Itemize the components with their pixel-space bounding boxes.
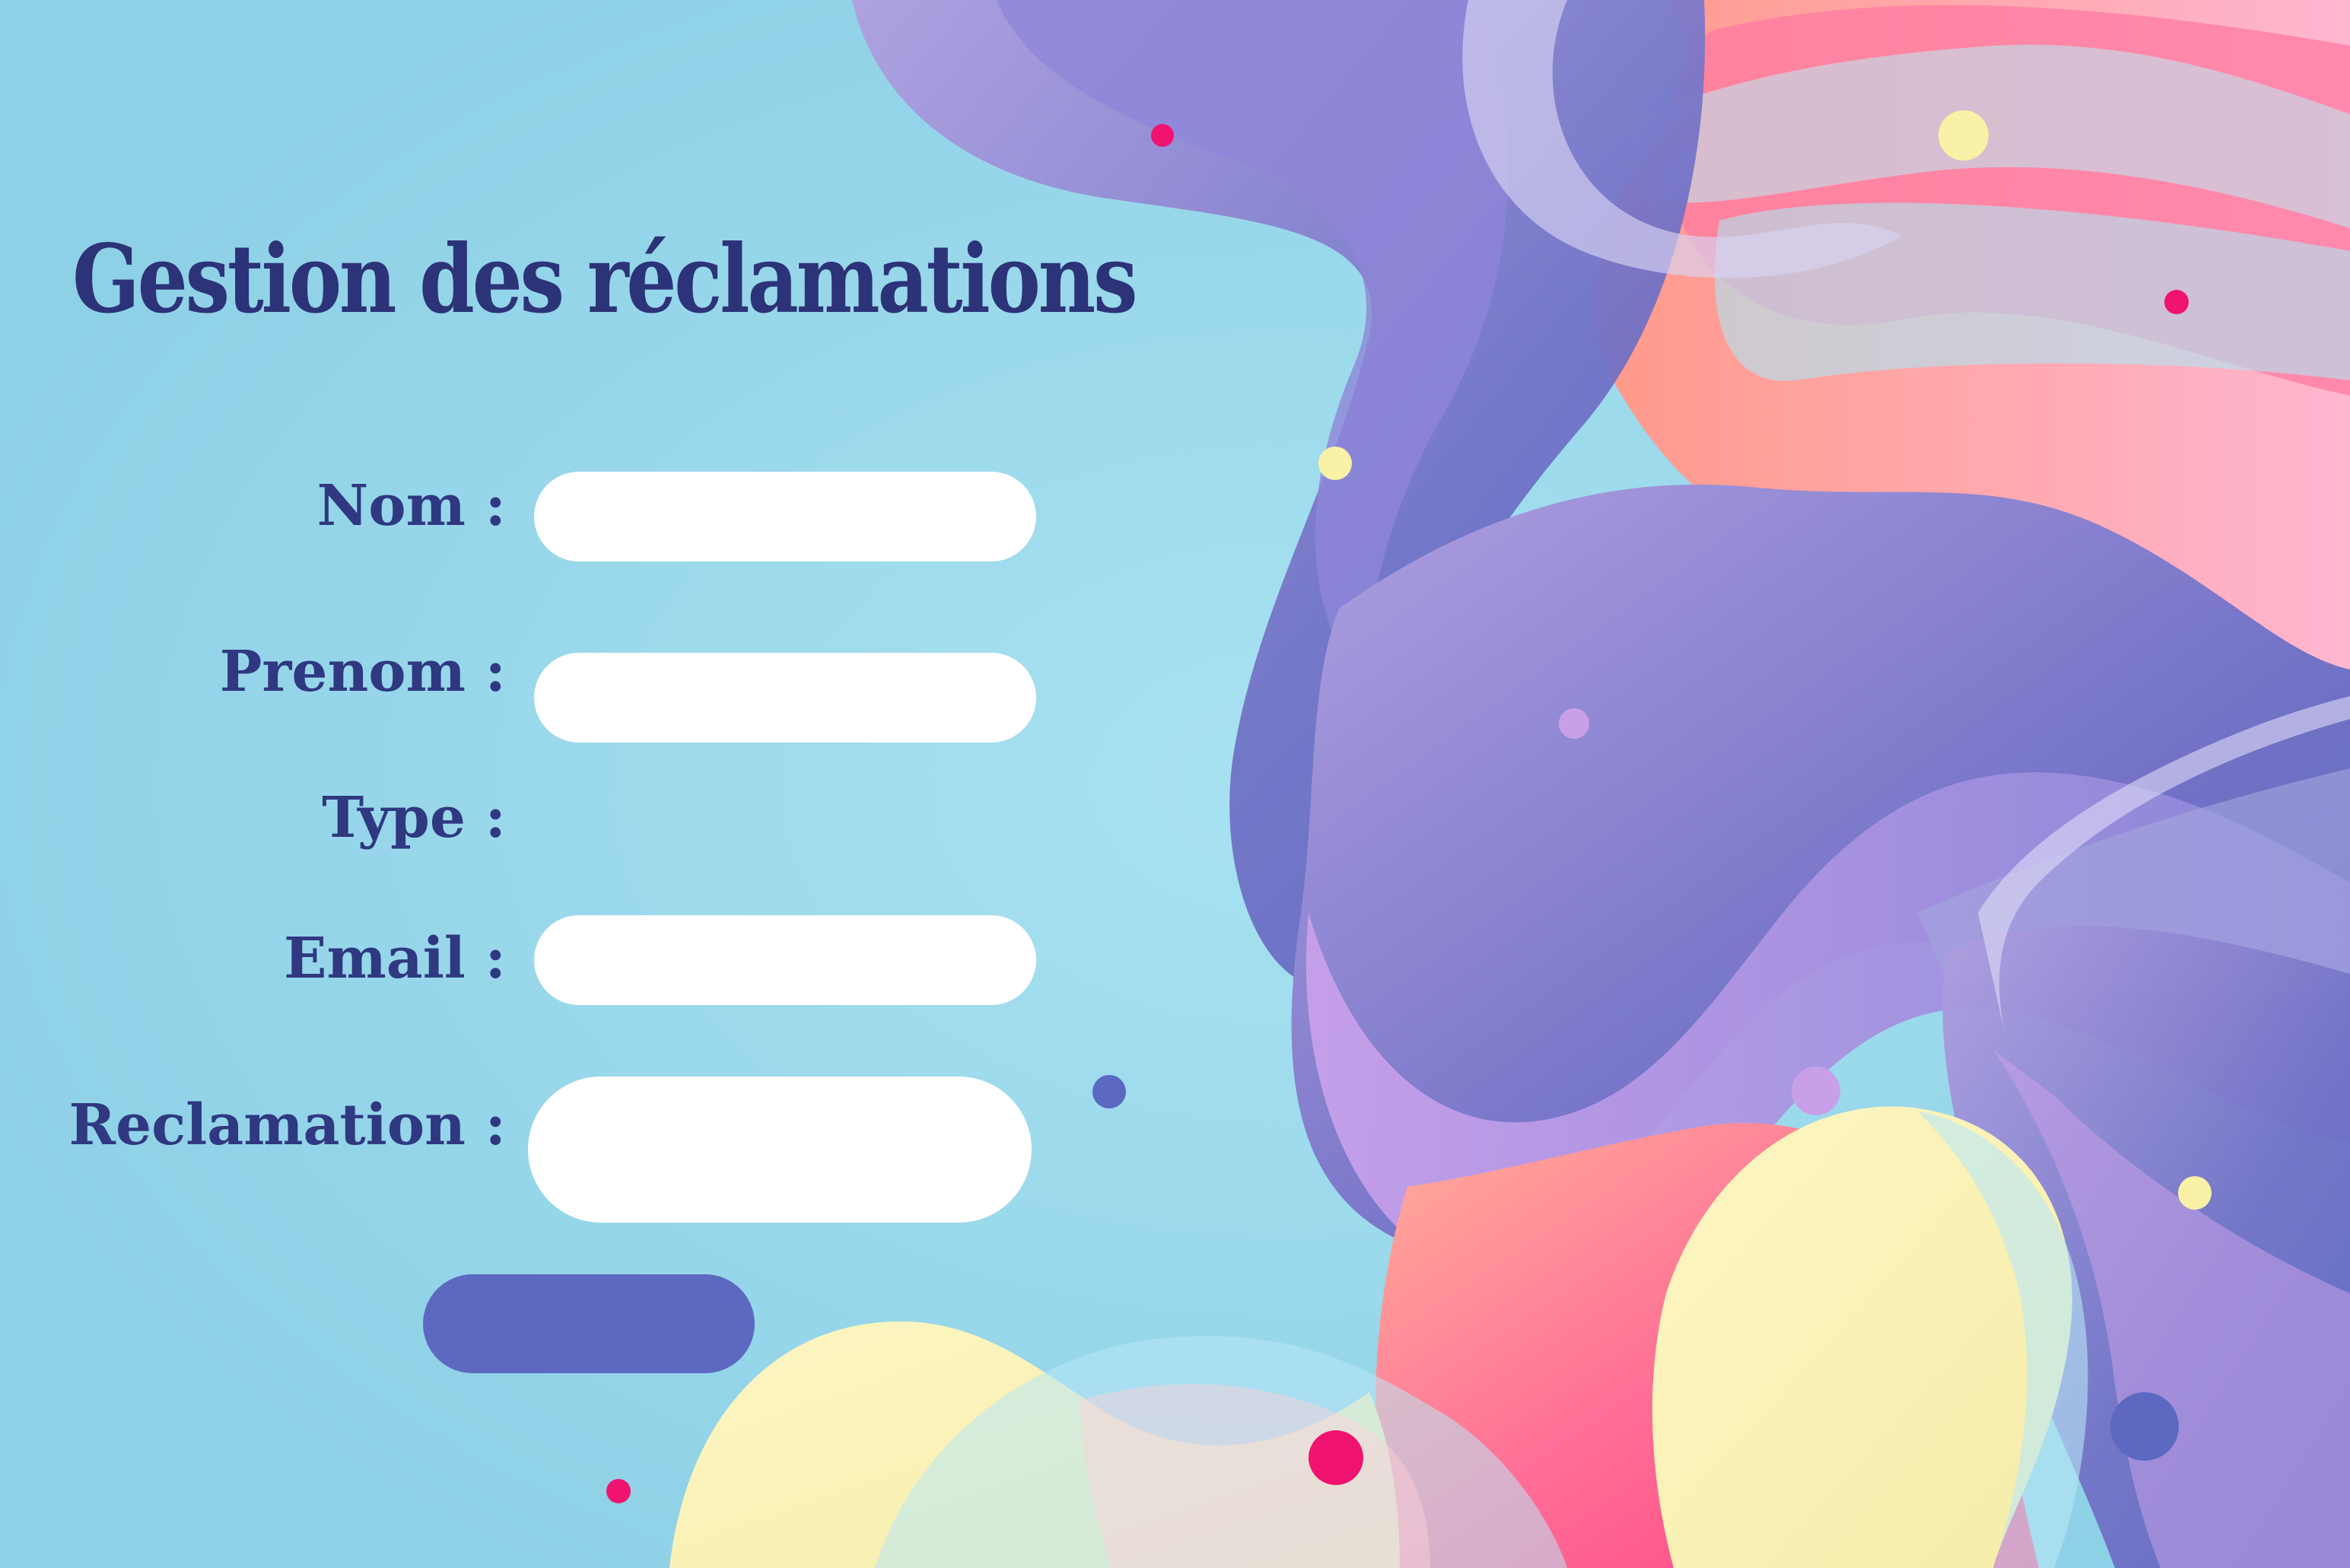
type-label: Type : (322, 785, 506, 851)
email-label: Email : (284, 926, 506, 991)
page-title: Gestion des réclamations (72, 224, 1138, 335)
reclamation-textarea[interactable] (528, 1077, 1032, 1223)
nom-label: Nom : (316, 473, 506, 539)
email-input[interactable] (534, 915, 1036, 1005)
type-selector[interactable] (534, 786, 1036, 862)
nom-input[interactable] (534, 472, 1036, 561)
prenom-input[interactable] (534, 653, 1036, 743)
reclamation-label: Reclamation : (68, 1093, 506, 1158)
submit-button[interactable] (423, 1274, 755, 1373)
prenom-label: Prenom : (219, 639, 506, 704)
